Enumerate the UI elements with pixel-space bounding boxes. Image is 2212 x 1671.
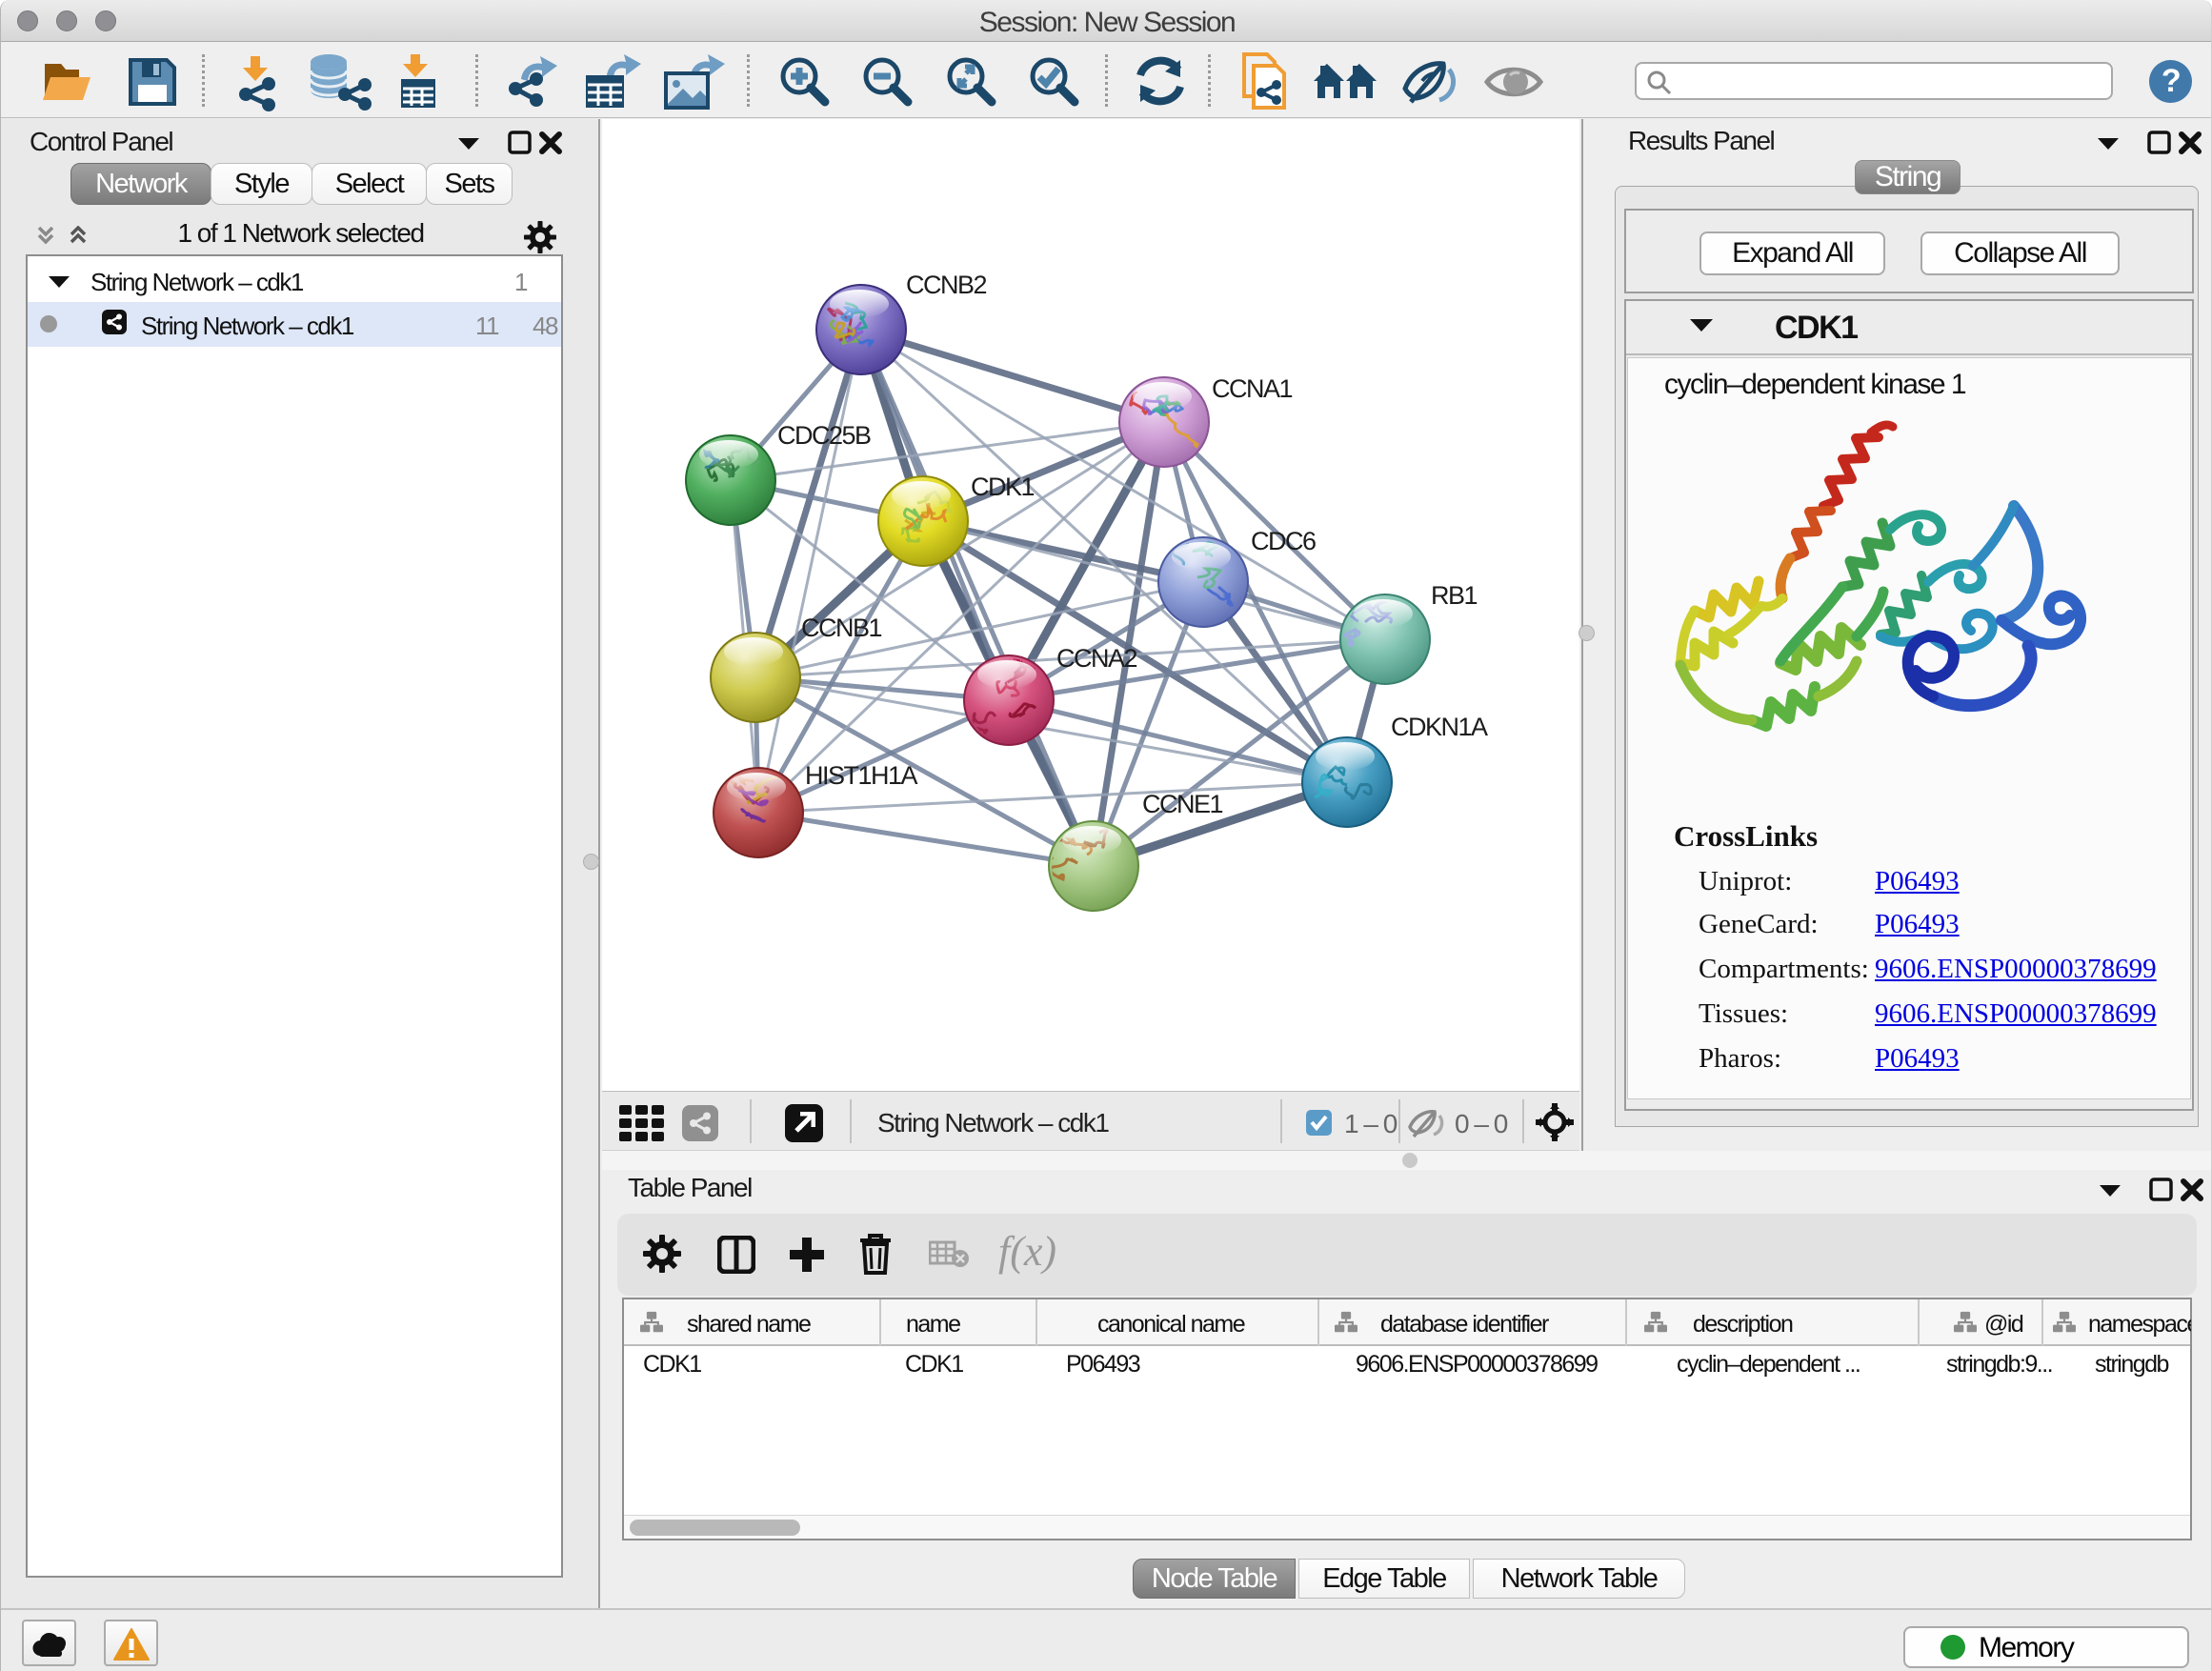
svg-text:CDC6: CDC6 — [1251, 527, 1316, 555]
svg-text:CDKN1A: CDKN1A — [1391, 713, 1488, 741]
svg-text:CCNA2: CCNA2 — [1056, 644, 1137, 673]
svg-text:CCNA1: CCNA1 — [1212, 374, 1293, 403]
svg-text:HIST1H1A: HIST1H1A — [805, 761, 918, 790]
svg-text:CCNE1: CCNE1 — [1142, 790, 1223, 818]
svg-text:CCNB1: CCNB1 — [801, 614, 882, 642]
svg-text:CDC25B: CDC25B — [777, 421, 871, 450]
svg-text:CDK1: CDK1 — [971, 473, 1035, 501]
svg-text:CCNB2: CCNB2 — [906, 271, 987, 299]
svg-text:RB1: RB1 — [1431, 581, 1478, 610]
